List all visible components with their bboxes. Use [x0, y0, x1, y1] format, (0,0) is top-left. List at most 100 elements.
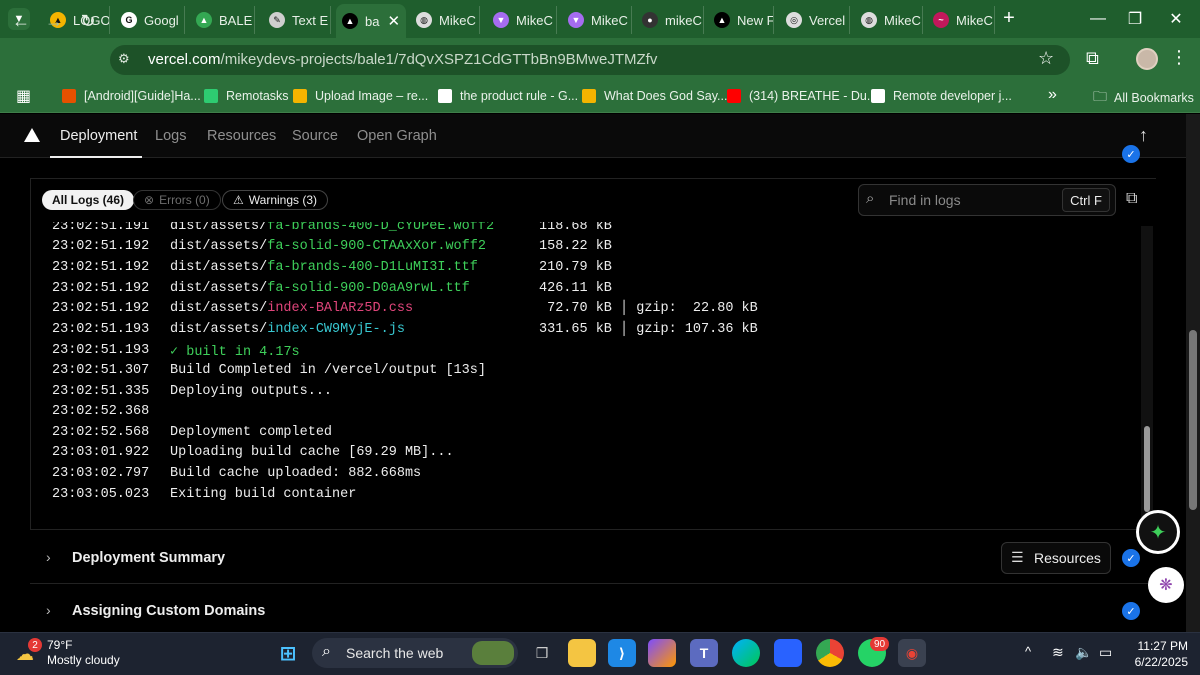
chevron-right-icon[interactable]: › [46, 549, 51, 565]
all-bookmarks-button[interactable]: 🗀 All Bookmarks [1093, 86, 1194, 110]
bookmark-star-icon[interactable]: ☆ [1038, 48, 1054, 69]
edge-icon[interactable] [732, 639, 760, 667]
browser-tab[interactable]: ▼ MikeC [562, 6, 632, 34]
log-prefix: dist/assets/ [170, 222, 268, 234]
nav-logs[interactable]: Logs [155, 128, 186, 144]
floating-app-button[interactable]: ❋ [1148, 567, 1184, 603]
bookmark-item[interactable]: [Android][Guide]Ha... [62, 86, 201, 106]
copilot-icon[interactable] [648, 639, 676, 667]
bookmark-favicon-icon [62, 89, 76, 103]
more-bookmarks-button[interactable]: » [1048, 86, 1057, 104]
filter-all-logs[interactable]: All Logs (46) [42, 190, 135, 210]
ai-assistant-button[interactable]: ✦ [1136, 510, 1180, 554]
log-message: Exiting build container [170, 487, 356, 502]
show-hidden-icons[interactable]: ^ [1025, 644, 1031, 659]
log-line: 23:02:52.368 [52, 404, 1132, 424]
new-tab-button[interactable]: + [998, 7, 1020, 29]
filter-errors[interactable]: ⊗ Errors (0) [133, 190, 221, 210]
browser-tab[interactable]: ✎ Text E [263, 6, 331, 34]
chevron-right-icon[interactable]: › [46, 602, 51, 618]
site-info-icon[interactable]: ⚙ [118, 51, 136, 69]
error-circle-icon: ⊗ [144, 193, 155, 207]
close-tab-icon[interactable]: ✕ [387, 12, 400, 30]
browser-tab[interactable]: G Googl [115, 6, 185, 34]
deployment-summary-check-icon: ✓ [1122, 549, 1140, 567]
logs-scrollbar-thumb[interactable] [1144, 426, 1150, 512]
tab-favicon-icon: ◍ [861, 12, 877, 28]
bookmark-item[interactable]: Remote developer j... [871, 86, 1012, 106]
bookmark-item[interactable]: the product rule - G... [438, 86, 578, 106]
browser-tab[interactable]: ● mikeC [636, 6, 704, 34]
forward-button[interactable]: → [42, 9, 66, 33]
log-timestamp: 23:02:51.192 [52, 260, 150, 275]
app-icon[interactable] [774, 639, 802, 667]
minimize-button[interactable]: — [1087, 8, 1109, 30]
log-message: dist/assets/fa-solid-900-D0aA9rwL.ttf [170, 281, 470, 296]
all-bookmarks-label: All Bookmarks [1114, 91, 1194, 105]
vercel-logo-icon[interactable] [24, 128, 40, 142]
extensions-icon[interactable]: ⧉ [1086, 48, 1099, 69]
chrome-active-icon[interactable]: ◉ [898, 639, 926, 667]
teams-icon[interactable]: T [690, 639, 718, 667]
warning-triangle-icon: ⚠ [233, 193, 244, 207]
apps-grid-icon[interactable]: ▦ [16, 86, 31, 106]
filter-warnings[interactable]: ⚠ Warnings (3) [222, 190, 329, 210]
more-menu-icon[interactable]: ⋮ [1170, 47, 1188, 68]
browser-tab[interactable]: ▲ ba ✕ [336, 4, 406, 38]
url-text[interactable]: vercel.com/mikeydevs-projects/bale1/7dQv… [148, 51, 657, 68]
start-button[interactable]: ⊞ [274, 639, 302, 667]
browser-tab[interactable]: ◎ Vercel [780, 6, 850, 34]
log-line: 23:02:51.192 dist/assets/fa-solid-900-CTA… [52, 239, 1132, 259]
find-placeholder: Find in logs [889, 192, 961, 208]
reload-button[interactable]: ↻ [76, 9, 100, 33]
taskbar-search-placeholder: Search the web [346, 645, 444, 661]
close-window-button[interactable]: ✕ [1165, 8, 1187, 30]
browser-tab[interactable]: ◍ MikeC [855, 6, 923, 34]
section-title-deployment-summary[interactable]: Deployment Summary [72, 550, 225, 566]
log-timestamp: 23:02:52.568 [52, 425, 150, 440]
bookmark-item[interactable]: Upload Image – re... [293, 86, 428, 106]
tab-label: Googl [144, 12, 179, 28]
maximize-button[interactable]: ❐ [1124, 8, 1146, 30]
page-scrollbar-thumb[interactable] [1189, 330, 1197, 510]
weather-desc: Mostly cloudy [47, 653, 120, 667]
wifi-icon[interactable]: ≋ [1052, 644, 1064, 661]
browser-tab[interactable]: ◍ MikeC [410, 6, 480, 34]
browser-tab[interactable]: ▲ New F [708, 6, 774, 34]
weather-widget[interactable]: ☁ 2 79°F Mostly cloudy [14, 638, 124, 670]
clock[interactable]: 11:27 PM 6/22/2025 [1128, 638, 1188, 670]
tab-favicon-icon: ▲ [714, 12, 730, 28]
log-line: 23:02:51.191 dist/assets/fa-brands-400-D_… [52, 222, 1132, 239]
browser-tab[interactable]: ▲ BALE [190, 6, 255, 34]
task-view-icon[interactable]: ❒ [528, 639, 556, 667]
log-lines: 23:02:51.191 dist/assets/fa-brands-400-D_… [52, 222, 1132, 518]
file-explorer-icon[interactable] [568, 639, 596, 667]
bookmark-item[interactable]: (314) BREATHE - Du... [727, 86, 877, 106]
vscode-icon[interactable]: ⟩ [608, 639, 636, 667]
nav-resources[interactable]: Resources [207, 128, 276, 144]
clock-time: 11:27 PM [1137, 639, 1188, 653]
browser-tab[interactable]: ▼ MikeC [487, 6, 557, 34]
plus-icon: + [1003, 6, 1015, 29]
bookmark-item[interactable]: Remotasks [204, 86, 289, 106]
battery-icon[interactable]: ▭ [1099, 644, 1112, 661]
browser-tab[interactable]: ~ MikeC [927, 6, 995, 34]
nav-source[interactable]: Source [292, 128, 338, 144]
scroll-top-icon[interactable]: ↑ [1139, 125, 1148, 146]
log-size: 426.11 kB [539, 281, 612, 296]
log-size: 158.22 kB [539, 239, 612, 254]
tab-label: BALE [219, 12, 253, 28]
back-button[interactable]: ← [9, 9, 33, 33]
chrome-icon[interactable] [816, 639, 844, 667]
log-file: ✓ built in 4.17s [170, 345, 300, 360]
profile-avatar[interactable] [1136, 48, 1158, 70]
log-timestamp: 23:02:52.368 [52, 404, 150, 419]
nav-open-graph[interactable]: Open Graph [357, 128, 437, 144]
section-title-custom-domains[interactable]: Assigning Custom Domains [72, 603, 265, 619]
bookmark-item[interactable]: What Does God Say... [582, 86, 727, 106]
nav-deployment[interactable]: Deployment [60, 128, 137, 144]
copy-logs-icon[interactable]: ⧉ [1126, 190, 1137, 208]
tab-favicon-icon: ▼ [568, 12, 584, 28]
filter-warnings-label: Warnings (3) [248, 193, 318, 207]
volume-icon[interactable]: 🔈 [1075, 644, 1092, 661]
